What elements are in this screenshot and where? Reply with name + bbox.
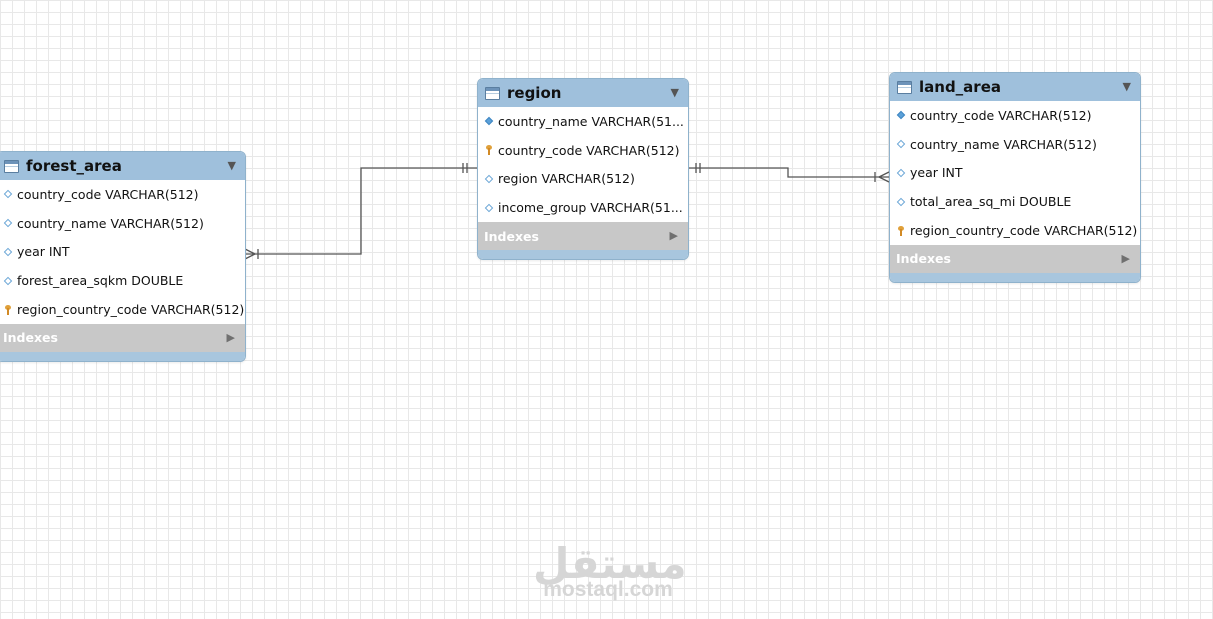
table-header[interactable]: land_area ▼ xyxy=(890,73,1140,101)
column-icon xyxy=(483,117,494,126)
column-row[interactable]: country_name VARCHAR(51... xyxy=(478,107,688,136)
column-label: country_name VARCHAR(51... xyxy=(498,113,684,129)
watermark-latin: mostaql.com xyxy=(543,578,673,601)
column-label: country_code VARCHAR(512) xyxy=(17,186,199,202)
table-icon xyxy=(4,159,19,173)
column-row[interactable]: region_country_code VARCHAR(512) xyxy=(0,295,245,324)
table-land-area[interactable]: land_area ▼ country_code VARCHAR(512) co… xyxy=(889,72,1141,283)
indexes-label: Indexes xyxy=(3,330,58,346)
key-icon xyxy=(2,304,13,315)
table-forest-area[interactable]: forest_area ▼ country_code VARCHAR(512) … xyxy=(0,151,246,362)
table-header[interactable]: region ▼ xyxy=(478,79,688,107)
table-icon xyxy=(897,80,912,94)
column-icon xyxy=(895,139,906,149)
table-footer xyxy=(890,272,1140,282)
indexes-section[interactable]: Indexes ▶ xyxy=(478,222,688,251)
key-icon xyxy=(895,225,906,236)
expand-arrow-icon[interactable]: ▶ xyxy=(1122,252,1130,265)
table-name: region xyxy=(507,84,562,102)
indexes-label: Indexes xyxy=(896,251,951,267)
column-label: income_group VARCHAR(51... xyxy=(498,200,683,216)
crowfoot-land-1 xyxy=(878,171,890,178)
table-name: land_area xyxy=(919,78,1001,96)
collapse-arrow-icon[interactable]: ▼ xyxy=(671,86,679,99)
column-icon xyxy=(483,203,494,213)
connector-forest-region xyxy=(245,167,478,255)
expand-arrow-icon[interactable]: ▶ xyxy=(670,229,678,242)
indexes-section[interactable]: Indexes ▶ xyxy=(890,244,1140,273)
column-icon xyxy=(2,190,13,199)
column-row[interactable]: total_area_sq_mi DOUBLE xyxy=(890,187,1140,216)
column-label: region VARCHAR(512) xyxy=(498,171,635,187)
table-header[interactable]: forest_area ▼ xyxy=(0,152,245,180)
expand-arrow-icon[interactable]: ▶ xyxy=(227,331,235,344)
column-row[interactable]: region VARCHAR(512) xyxy=(478,165,688,194)
column-row[interactable]: country_code VARCHAR(512) xyxy=(0,180,245,209)
column-label: forest_area_sqkm DOUBLE xyxy=(17,273,184,289)
crowfoot-land-2 xyxy=(878,176,890,183)
watermark: مستقل mostaql.com xyxy=(533,543,687,601)
column-label: year INT xyxy=(910,165,963,181)
column-row[interactable]: country_code VARCHAR(512) xyxy=(478,136,688,165)
column-icon xyxy=(483,174,494,184)
column-label: country_name VARCHAR(512) xyxy=(17,215,204,231)
column-icon xyxy=(895,111,906,120)
column-label: country_code VARCHAR(512) xyxy=(498,142,680,158)
column-icon xyxy=(2,276,13,286)
column-label: total_area_sq_mi DOUBLE xyxy=(910,194,1072,210)
column-row[interactable]: country_code VARCHAR(512) xyxy=(890,101,1140,130)
column-label: year INT xyxy=(17,244,70,260)
table-footer xyxy=(478,250,688,260)
column-row[interactable]: region_country_code VARCHAR(512) xyxy=(890,216,1140,245)
column-icon xyxy=(895,197,906,207)
column-icon xyxy=(895,168,906,178)
column-label: region_country_code VARCHAR(512) xyxy=(910,223,1138,239)
table-name: forest_area xyxy=(26,157,122,175)
connector-region-land xyxy=(688,167,889,178)
crowfoot-forest-2 xyxy=(244,253,256,260)
table-icon xyxy=(485,86,500,100)
column-row[interactable]: forest_area_sqkm DOUBLE xyxy=(0,266,245,295)
column-row[interactable]: year INT xyxy=(0,238,245,267)
collapse-arrow-icon[interactable]: ▼ xyxy=(228,159,236,172)
table-footer xyxy=(0,351,245,361)
indexes-label: Indexes xyxy=(484,228,539,244)
indexes-section[interactable]: Indexes ▶ xyxy=(0,323,245,352)
crowfoot-forest-1 xyxy=(244,248,256,255)
column-label: region_country_code VARCHAR(512) xyxy=(17,302,245,318)
collapse-arrow-icon[interactable]: ▼ xyxy=(1123,80,1131,93)
column-label: country_code VARCHAR(512) xyxy=(910,107,1092,123)
column-icon xyxy=(2,218,13,228)
column-row[interactable]: country_name VARCHAR(512) xyxy=(890,130,1140,159)
table-region[interactable]: region ▼ country_name VARCHAR(51... coun… xyxy=(477,78,689,261)
key-icon xyxy=(483,145,494,156)
column-icon xyxy=(2,247,13,257)
column-row[interactable]: income_group VARCHAR(51... xyxy=(478,193,688,222)
column-label: country_name VARCHAR(512) xyxy=(910,136,1097,152)
column-row[interactable]: year INT xyxy=(890,159,1140,188)
column-row[interactable]: country_name VARCHAR(512) xyxy=(0,209,245,238)
